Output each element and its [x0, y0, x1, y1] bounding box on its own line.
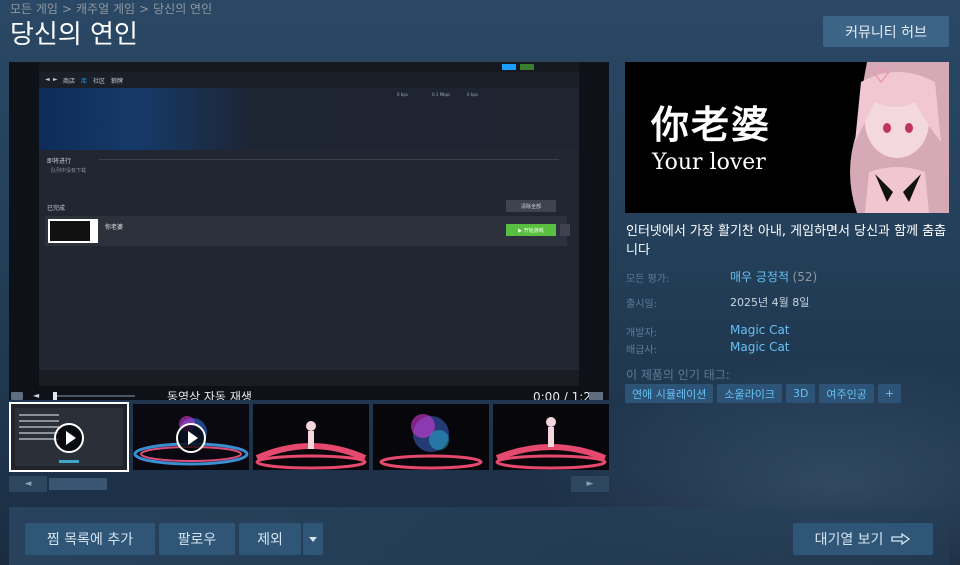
tags-label: 이 제품의 인기 태그:	[626, 368, 730, 382]
screenshot-game-thumbnail	[48, 219, 98, 243]
header-capsule-image: 你老婆 Your lover	[625, 62, 949, 213]
pause-icon[interactable]	[11, 392, 23, 400]
game-description: 인터넷에서 가장 활기찬 아내, 게임하면서 당신과 함께 춤춥니다	[626, 224, 947, 258]
developer-link[interactable]: Magic Cat	[730, 323, 790, 337]
screenshot-footer	[39, 370, 579, 386]
scrollbar-thumb[interactable]	[49, 478, 107, 490]
screenshot-titlebar	[39, 62, 579, 72]
thumbnail-video-1[interactable]	[9, 402, 129, 472]
tag-list: 연애 시뮬레이션 소울라이크 3D 여주인공 +	[625, 384, 902, 403]
screenshot-download-banner	[39, 88, 579, 150]
screenshot-clear-all-button: 清除全部	[506, 200, 556, 212]
screenshot-body	[39, 150, 579, 390]
review-label: 모든 평가:	[626, 274, 670, 285]
video-player[interactable]: ◄ ► 商店 库 社区 狼牌 0 bps 0.3 Mbps 0 bps 即将进行…	[9, 62, 609, 400]
thumbnail-image-4[interactable]	[373, 404, 489, 470]
screenshot-more-button	[560, 224, 570, 236]
community-hub-button[interactable]: 커뮤니티 허브	[823, 16, 949, 47]
publisher-link[interactable]: Magic Cat	[730, 340, 790, 354]
titlebar-badge-blue	[502, 64, 516, 70]
thumbnail-inner	[50, 221, 90, 241]
release-date-value: 2025년 4월 8일	[730, 296, 810, 309]
tag-soulslike[interactable]: 소울라이크	[717, 384, 782, 403]
volume-slider[interactable]	[55, 395, 135, 397]
volume-slider-knob[interactable]	[53, 392, 57, 400]
screenshot-section-upcoming: 即将进行	[47, 158, 72, 165]
breadcrumb-item-current[interactable]: 당신의 연인	[153, 2, 212, 16]
screenshot-nav-library: 库	[81, 78, 88, 85]
tag-female-protagonist[interactable]: 여주인공	[819, 384, 874, 403]
thumbnail-image-4-preview	[373, 404, 489, 470]
page-title: 당신의 연인	[10, 20, 138, 50]
review-summary[interactable]: 매우 긍정적 (52)	[730, 268, 817, 285]
scroll-right-button[interactable]: ►	[571, 476, 609, 492]
screenshot-download-row	[45, 216, 567, 246]
screenshot-game-name: 你老婆	[105, 224, 124, 231]
tag-more-button[interactable]: +	[877, 384, 902, 403]
back-arrow-icon: ◄	[45, 76, 50, 83]
screenshot-nav-community: 社区	[93, 78, 106, 85]
screenshot-stat: 0 bps	[397, 92, 408, 97]
thumbnail-image-3-preview	[253, 404, 369, 470]
follow-button[interactable]: 팔로우	[159, 523, 235, 555]
thumbnail-image-3[interactable]	[253, 404, 369, 470]
screenshot-stat: 0 bps	[467, 92, 478, 97]
review-count: (52)	[792, 270, 818, 284]
arrow-right-icon	[891, 533, 911, 545]
capsule-character-art	[850, 62, 949, 213]
developer-label: 개발자:	[626, 328, 657, 339]
release-date-label: 출시일:	[626, 299, 657, 310]
breadcrumb-separator: >	[139, 2, 150, 16]
player-controls: ◄ 동영상 자동 재생 0:00 / 1:29	[9, 389, 609, 400]
publisher-label: 배급사:	[626, 345, 657, 356]
ignore-button[interactable]: 제외	[239, 523, 301, 555]
screenshot-upcoming-empty: 队列中没有下载	[51, 168, 87, 174]
scroll-left-button[interactable]: ◄	[9, 476, 47, 492]
autoplay-toggle-label[interactable]: 동영상 자동 재생	[167, 389, 252, 400]
titlebar-badge-green	[520, 64, 534, 70]
screenshot-navbar: ◄ ► 商店 库 社区 狼牌	[39, 72, 579, 88]
add-to-wishlist-button[interactable]: 찜 목록에 추가	[25, 523, 155, 555]
thumbnail-video-2[interactable]	[133, 404, 249, 470]
view-queue-label: 대기열 보기	[814, 532, 884, 548]
thumbnail-image-5[interactable]	[493, 404, 609, 470]
play-icon	[188, 431, 198, 445]
volume-icon[interactable]: ◄	[33, 392, 45, 400]
view-queue-button[interactable]: 대기열 보기	[793, 523, 933, 555]
tag-3d[interactable]: 3D	[785, 384, 816, 403]
screenshot-play-button: ▶ 开始游戏	[506, 224, 556, 236]
fullscreen-icon[interactable]	[589, 392, 603, 400]
screenshot-nav-user: 狼牌	[111, 78, 124, 85]
screenshot-section-completed: 已完成	[47, 205, 66, 212]
screenshot-divider	[99, 159, 559, 160]
tag-romance-sim[interactable]: 연애 시뮬레이션	[625, 384, 714, 403]
thumbnail-scrollbar[interactable]: ◄ ►	[9, 476, 609, 492]
chevron-down-icon	[309, 536, 317, 542]
forward-arrow-icon: ►	[53, 76, 58, 83]
thumbnail-image-5-preview	[493, 404, 609, 470]
review-value[interactable]: 매우 긍정적	[730, 270, 789, 284]
ignore-dropdown-button[interactable]	[303, 523, 323, 555]
screenshot-nav-store: 商店	[63, 78, 76, 85]
play-icon	[66, 431, 76, 445]
screenshot-stat: 0.3 Mbps	[432, 92, 451, 97]
media-thumbnail-strip	[9, 402, 609, 474]
